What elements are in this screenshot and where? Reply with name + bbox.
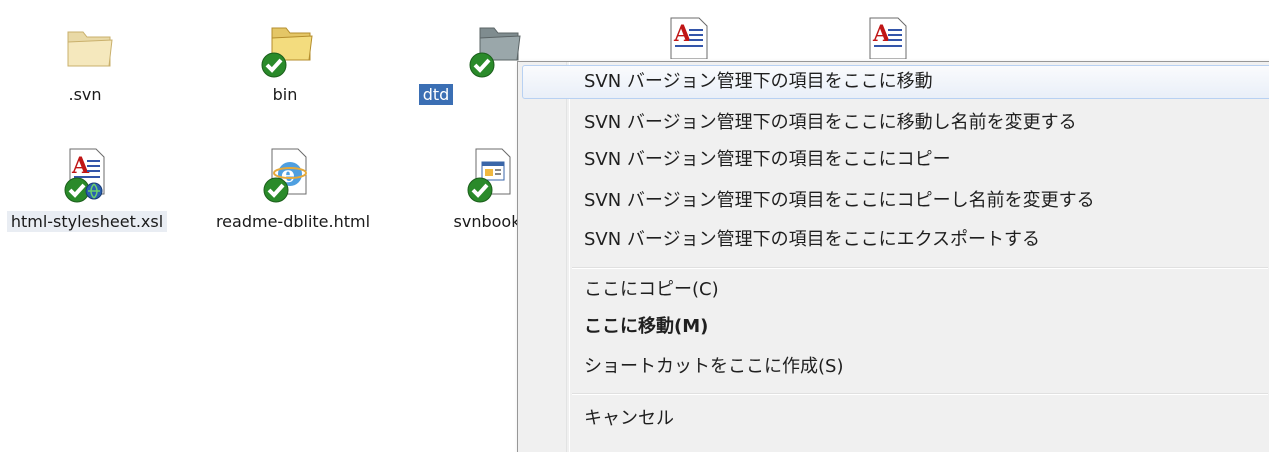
menu-item-label: ここにコピー(C) <box>584 279 719 300</box>
file-item-bin-folder[interactable]: bin <box>200 15 370 125</box>
menu-item-svn-move-rename[interactable]: SVN バージョン管理下の項目をここに移動し名前を変更する <box>522 106 1269 140</box>
file-name-label: dtd <box>418 84 454 105</box>
svn-normal-badge-icon <box>263 177 289 203</box>
menu-item-label: SVN バージョン管理下の項目をここにコピー <box>584 149 951 170</box>
menu-item-label: キャンセル <box>584 408 674 429</box>
file-name-label: readme-dblite.html <box>215 212 371 231</box>
menu-item-cancel[interactable]: キャンセル <box>522 402 1269 436</box>
menu-item-svn-move-here[interactable]: SVN バージョン管理下の項目をここに移動 <box>522 65 1269 99</box>
menu-item-svn-copy-here[interactable]: SVN バージョン管理下の項目をここにコピー <box>522 143 1269 177</box>
menu-item-move-here[interactable]: ここに移動(M) <box>522 310 1269 344</box>
menu-item-label: SVN バージョン管理下の項目をここにエクスポートする <box>584 229 1041 250</box>
menu-item-label: ショートカットをここに作成(S) <box>584 356 844 377</box>
context-menu: SVN バージョン管理下の項目をここに移動 SVN バージョン管理下の項目をここ… <box>517 61 1269 452</box>
menu-item-copy-here[interactable]: ここにコピー(C) <box>522 273 1269 307</box>
file-item-readme-html[interactable]: e readme-dblite.html <box>205 142 375 252</box>
file-name-label: bin <box>272 85 298 104</box>
globe-icon <box>85 182 103 200</box>
folder-icon <box>67 31 113 67</box>
menu-item-create-shortcut[interactable]: ショートカットをここに作成(S) <box>522 350 1269 384</box>
menu-separator <box>572 393 1268 395</box>
menu-separator <box>572 267 1268 269</box>
svn-normal-badge-icon <box>469 52 495 78</box>
file-name-label: .svn <box>68 85 102 104</box>
menu-item-label: SVN バージョン管理下の項目をここに移動し名前を変更する <box>584 112 1077 133</box>
menu-item-label: SVN バージョン管理下の項目をここにコピーし名前を変更する <box>584 190 1095 211</box>
xsl-document-icon: A <box>670 17 708 59</box>
svn-normal-badge-icon <box>261 52 287 78</box>
xsl-document-icon: A <box>869 17 907 59</box>
menu-item-svn-copy-rename[interactable]: SVN バージョン管理下の項目をここにコピーし名前を変更する <box>522 184 1269 218</box>
file-name-label: svnbook <box>453 212 521 231</box>
file-item-svn-folder[interactable]: .svn <box>0 15 170 125</box>
menu-item-label: SVN バージョン管理下の項目をここに移動 <box>584 71 933 92</box>
file-name-label: html-stylesheet.xsl <box>6 211 168 232</box>
svn-normal-badge-icon <box>467 177 493 203</box>
menu-item-label: ここに移動(M) <box>584 316 709 337</box>
desktop-file-view: .svn bin dtd A A A html-stylesheet.xsl e… <box>0 0 1269 452</box>
menu-item-svn-export-here[interactable]: SVN バージョン管理下の項目をここにエクスポートする <box>522 223 1269 257</box>
file-item-html-stylesheet[interactable]: A html-stylesheet.xsl <box>0 142 170 252</box>
